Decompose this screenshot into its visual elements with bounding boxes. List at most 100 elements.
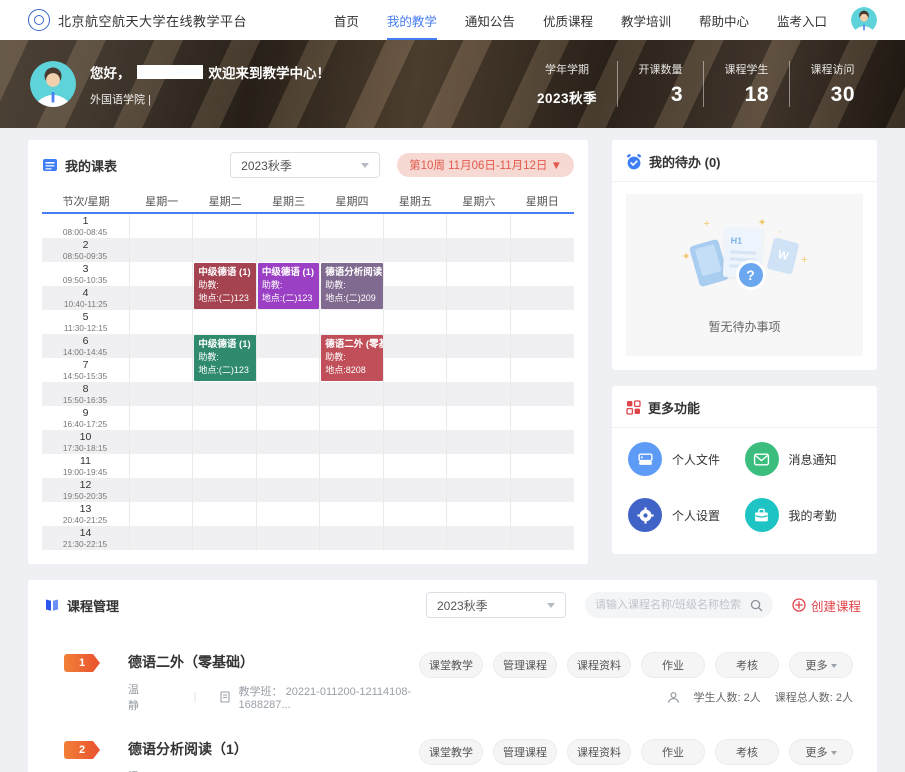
class-block[interactable]: 中级德语 (1)助教:地点:(二)123 xyxy=(194,263,255,309)
course-title[interactable]: 德语二外（零基础） xyxy=(128,652,419,672)
timetable-cell xyxy=(447,358,510,382)
course-action-button[interactable]: 作业 xyxy=(641,739,705,765)
more-function-case[interactable]: 我的考勤 xyxy=(745,498,862,532)
nav-item[interactable]: 帮助中心 xyxy=(699,7,749,34)
timetable-cell xyxy=(130,334,193,358)
course-action-button[interactable]: 课堂教学 xyxy=(419,739,483,765)
more-function-label: 我的考勤 xyxy=(789,507,837,524)
timetable-cell xyxy=(384,310,447,334)
course-title[interactable]: 德语分析阅读（1） xyxy=(128,739,419,759)
banner-stat: 课程访问30 xyxy=(789,61,875,107)
course-action-button[interactable]: 考核 xyxy=(715,652,779,678)
timetable-cell xyxy=(447,526,510,550)
class-assistant: 助教: xyxy=(198,279,251,292)
book-icon xyxy=(44,597,60,613)
schedule-title: 我的课表 xyxy=(65,156,117,175)
week-selector-button[interactable]: 第10周 11月06日-11月12日 ▼ xyxy=(397,153,574,177)
timetable-column-header: 星期六 xyxy=(447,190,510,214)
avatar-person-icon xyxy=(30,61,76,107)
period-number: 2 xyxy=(83,239,89,251)
greeting-prefix: 您好， xyxy=(90,62,131,82)
course-action-button[interactable]: 课程资料 xyxy=(567,739,631,765)
timetable-period-label: 714:50-15:35 xyxy=(42,358,130,382)
timetable-cell xyxy=(320,238,383,262)
search-icon[interactable] xyxy=(750,599,763,612)
timetable-cell xyxy=(193,310,256,334)
timetable-cell xyxy=(193,454,256,478)
user-avatar[interactable] xyxy=(851,7,877,33)
class-block[interactable]: 德语二外 (零基础)助教:地点:8208 xyxy=(321,335,382,381)
question-graphic: ? xyxy=(736,260,766,290)
period-time: 17:30-18:15 xyxy=(63,443,107,453)
stat-value: 2023秋季 xyxy=(537,87,597,107)
chevron-down-icon xyxy=(547,603,555,608)
banner-avatar xyxy=(30,61,76,107)
more-function-mail[interactable]: 消息通知 xyxy=(745,442,862,476)
class-location: 地点:(二)123 xyxy=(198,292,251,305)
course-action-button[interactable]: 作业 xyxy=(641,652,705,678)
timetable-cell xyxy=(511,430,574,454)
period-time: 15:50-16:35 xyxy=(63,395,107,405)
course-action-button[interactable]: 课堂教学 xyxy=(419,652,483,678)
timetable-column-header: 星期日 xyxy=(511,190,574,214)
timetable-cell xyxy=(130,358,193,382)
course-action-button[interactable]: 考核 xyxy=(715,739,779,765)
stat-label: 开课数量 xyxy=(638,61,683,77)
create-course-button[interactable]: 创建课程 xyxy=(792,596,861,615)
timetable-cell xyxy=(130,382,193,406)
timetable-cell xyxy=(384,334,447,358)
timetable-column-header: 星期二 xyxy=(193,190,256,214)
empty-illustration: ✦ + ✦ + · H1 W ? xyxy=(680,216,810,302)
period-number: 13 xyxy=(80,503,92,515)
timetable-cell xyxy=(447,502,510,526)
course-action-more[interactable]: 更多 xyxy=(789,652,853,678)
course-stats: 学生人数: 2人课程总人数: 2人 xyxy=(667,689,853,705)
timetable-cell xyxy=(193,478,256,502)
class-block[interactable]: 中级德语 (1)助教:地点:(二)123 xyxy=(194,335,255,381)
course-action-button[interactable]: 课程资料 xyxy=(567,652,631,678)
stat-label: 课程学生 xyxy=(724,61,769,77)
course-action-button[interactable]: 管理课程 xyxy=(493,739,557,765)
course-search-input[interactable] xyxy=(595,599,750,611)
more-function-drive[interactable]: 个人文件 xyxy=(628,442,745,476)
period-number: 11 xyxy=(80,455,91,467)
timetable-cell xyxy=(447,310,510,334)
person-icon xyxy=(667,691,680,704)
course-term-select[interactable]: 2023秋季 xyxy=(426,592,566,618)
class-assistant: 助教: xyxy=(198,351,251,364)
timetable-cell xyxy=(130,262,193,286)
todo-empty-text: 暂无待办事项 xyxy=(708,318,780,335)
nav-item[interactable]: 监考入口 xyxy=(777,7,827,34)
nav-item[interactable]: 首页 xyxy=(334,7,359,34)
timetable-column-header: 星期一 xyxy=(130,190,193,214)
timetable-cell xyxy=(384,478,447,502)
course-action-more[interactable]: 更多 xyxy=(789,739,853,765)
course-actions-area: 课堂教学管理课程课程资料作业考核更多学生人数: 8人课程总人数: 8人 xyxy=(419,739,853,772)
timetable-cell xyxy=(511,382,574,406)
timetable-cell xyxy=(384,502,447,526)
more-function-gear[interactable]: 个人设置 xyxy=(628,498,745,532)
timetable-cell xyxy=(130,526,193,550)
timetable-cell xyxy=(257,310,320,334)
nav-item[interactable]: 教学培训 xyxy=(621,7,671,34)
class-block[interactable]: 德语分析阅读 (1)助教:地点:(二)209 xyxy=(321,263,382,309)
timetable-cell xyxy=(447,334,510,358)
nav-item[interactable]: 我的教学 xyxy=(387,7,437,34)
course-action-button[interactable]: 管理课程 xyxy=(493,652,557,678)
timetable-period-label: 410:40-11:25 xyxy=(42,286,130,310)
todo-empty-state: ✦ + ✦ + · H1 W ? 暂无待办事项 xyxy=(626,194,863,356)
timetable-cell xyxy=(447,406,510,430)
nav-item[interactable]: 通知公告 xyxy=(465,7,515,34)
course-subline: 温静|教学班： 2023-2024-1-B3I122530-001 xyxy=(128,768,419,772)
schedule-term-select[interactable]: 2023秋季 xyxy=(230,152,380,178)
course-row: 2德语分析阅读（1）温静|教学班： 2023-2024-1-B3I122530-… xyxy=(44,739,861,772)
timetable-cell xyxy=(384,454,447,478)
period-number: 6 xyxy=(83,335,89,347)
timetable-cell xyxy=(193,502,256,526)
timetable-cell xyxy=(257,382,320,406)
class-block[interactable]: 中级德语 (1)助教:地点:(二)123 xyxy=(258,263,319,309)
todo-card: 我的待办 (0) ✦ + ✦ + · H1 W ? 暂无待办事项 xyxy=(612,140,877,370)
timetable-period-label: 1219:50-20:35 xyxy=(42,478,130,502)
class-location: 地点:(二)123 xyxy=(198,364,251,377)
nav-item[interactable]: 优质课程 xyxy=(543,7,593,34)
